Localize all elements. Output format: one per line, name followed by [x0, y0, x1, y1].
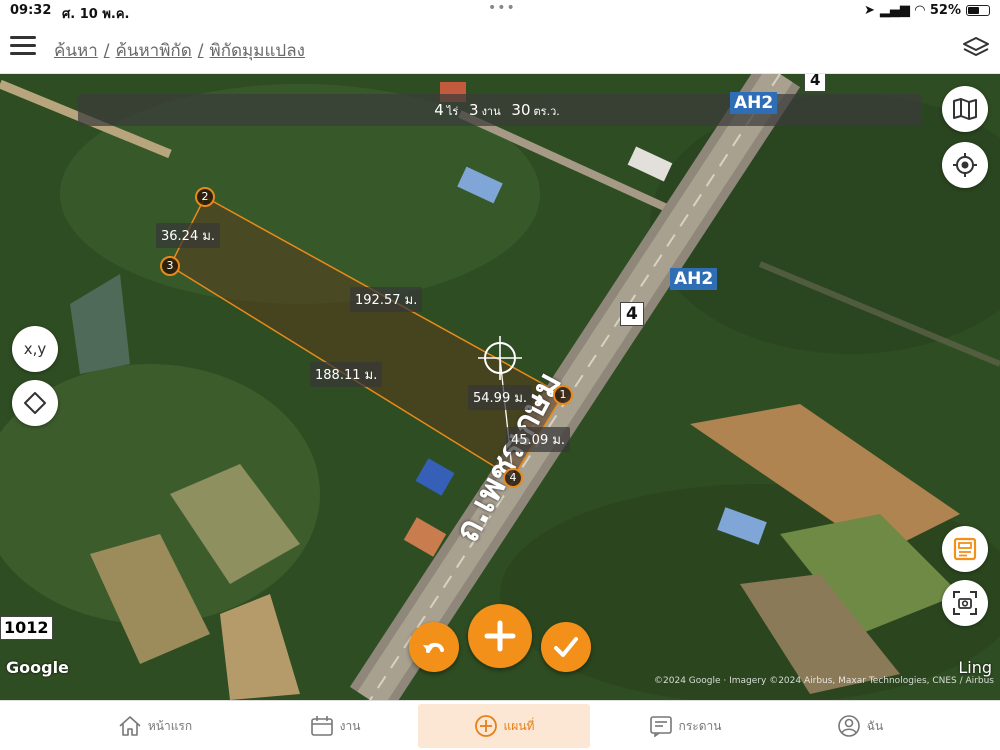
signal-icon: ▂▄▆: [879, 3, 910, 18]
map-type-button[interactable]: [942, 86, 988, 132]
nav-tasks-label: งาน: [339, 718, 361, 733]
home-icon: [119, 716, 141, 736]
segment-length-diagonal: 54.99 ม.: [468, 385, 533, 410]
nav-board-label: กระดาน: [678, 718, 722, 733]
nav-profile[interactable]: ฉัน: [800, 704, 920, 748]
undo-button[interactable]: [409, 622, 459, 672]
ling-logo: Ling: [958, 658, 992, 677]
status-indicators: ➤ ▂▄▆ ◠ 52%: [864, 3, 990, 18]
route-4-shield: 4: [620, 302, 644, 326]
checkmark-icon: [554, 637, 578, 657]
breadcrumb-plot-corners: พิกัดมุมแปลง: [209, 41, 305, 61]
battery-icon: [966, 5, 990, 16]
plot-list-icon: [953, 537, 977, 561]
vertex-marker-1[interactable]: 1: [553, 385, 573, 405]
google-logo: Google: [6, 658, 69, 677]
nav-board[interactable]: กระดาน: [620, 704, 750, 748]
add-point-button[interactable]: [468, 604, 532, 668]
route-1012-shield: 1012: [0, 616, 53, 640]
area-rai-unit: ไร่: [446, 105, 459, 118]
area-ngan-unit: งาน: [481, 105, 501, 118]
status-bar: 09:32 ศ. 10 พ.ค. ••• ➤ ▂▄▆ ◠ 52%: [0, 0, 1000, 22]
calendar-icon: [310, 716, 333, 736]
area-rai-value: 4: [434, 101, 444, 119]
nav-home[interactable]: หน้าแรก: [90, 704, 220, 748]
map-icon: [953, 98, 977, 120]
breadcrumb-separator: /: [103, 41, 110, 61]
gps-target-icon: [953, 153, 977, 177]
screenshot-button[interactable]: [942, 580, 988, 626]
nav-tasks[interactable]: งาน: [270, 704, 400, 748]
vertex-marker-3[interactable]: 3: [160, 256, 180, 276]
plus-icon: [484, 620, 516, 652]
area-wa-value: 30: [511, 101, 531, 119]
status-date: ศ. 10 พ.ค.: [62, 7, 130, 22]
breadcrumb-search[interactable]: ค้นหา: [54, 41, 98, 61]
plus-circle-icon: [474, 715, 497, 737]
area-summary-bar: 4 ไร่ 3 งาน 30 ตร.ว.: [78, 94, 922, 126]
menu-icon[interactable]: [10, 36, 36, 58]
segment-length-3-4: 188.11 ม.: [310, 362, 383, 387]
plot-info-button[interactable]: [942, 526, 988, 572]
segment-length-1-4: 45.09 ม.: [506, 427, 571, 452]
breadcrumb[interactable]: ค้นหา / ค้นหาพิกัด / พิกัดมุมแปลง: [54, 37, 311, 64]
layers-icon[interactable]: [962, 35, 990, 61]
battery-percent: 52%: [929, 3, 961, 18]
location-arrow-icon: ➤: [863, 3, 875, 18]
satellite-map[interactable]: 4 ไร่ 3 งาน 30 ตร.ว. 4 AH2 AH2 4 1012 ถ.เพช…: [0, 74, 1000, 700]
ah2-label-top: AH2: [730, 92, 778, 114]
map-copyright[interactable]: ©2024 Google · Imagery ©2024 Airbus, Max…: [654, 676, 994, 686]
route-4-shield-top: 4: [804, 74, 827, 92]
vertex-marker-4[interactable]: 4: [503, 468, 523, 488]
nav-home-label: หน้าแรก: [147, 718, 193, 733]
multitask-dots[interactable]: •••: [488, 0, 516, 16]
nav-profile-label: ฉัน: [866, 718, 884, 733]
user-icon: [837, 715, 860, 737]
nav-map[interactable]: แผนที่: [418, 704, 590, 748]
xy-coordinate-button[interactable]: x,y: [12, 326, 58, 372]
ah2-label: AH2: [670, 268, 718, 290]
breadcrumb-separator: /: [197, 41, 204, 61]
area-ngan-value: 3: [469, 101, 479, 119]
board-icon: [649, 716, 672, 737]
nav-map-label: แผนที่: [503, 718, 535, 733]
app-header: ค้นหา / ค้นหาพิกัด / พิกัดมุมแปลง: [0, 22, 1000, 74]
breadcrumb-search-coordinates[interactable]: ค้นหาพิกัด: [115, 41, 191, 61]
bottom-navigation: หน้าแรก งาน แผนที่ กระดาน ฉัน: [0, 700, 1000, 750]
status-time: 09:32: [10, 3, 52, 18]
segment-length-2-1: 192.57 ม.: [350, 287, 423, 312]
my-location-button[interactable]: [942, 142, 988, 188]
diamond-direction-icon: [24, 392, 46, 414]
vertex-marker-2[interactable]: 2: [195, 187, 215, 207]
area-wa-unit: ตร.ว.: [533, 105, 560, 118]
navigate-button[interactable]: [12, 380, 58, 426]
undo-icon: [423, 642, 444, 653]
capture-icon: [953, 591, 977, 615]
segment-length-2-3: 36.24 ม.: [156, 223, 221, 248]
confirm-button[interactable]: [541, 622, 591, 672]
wifi-icon: ◠: [914, 3, 925, 18]
